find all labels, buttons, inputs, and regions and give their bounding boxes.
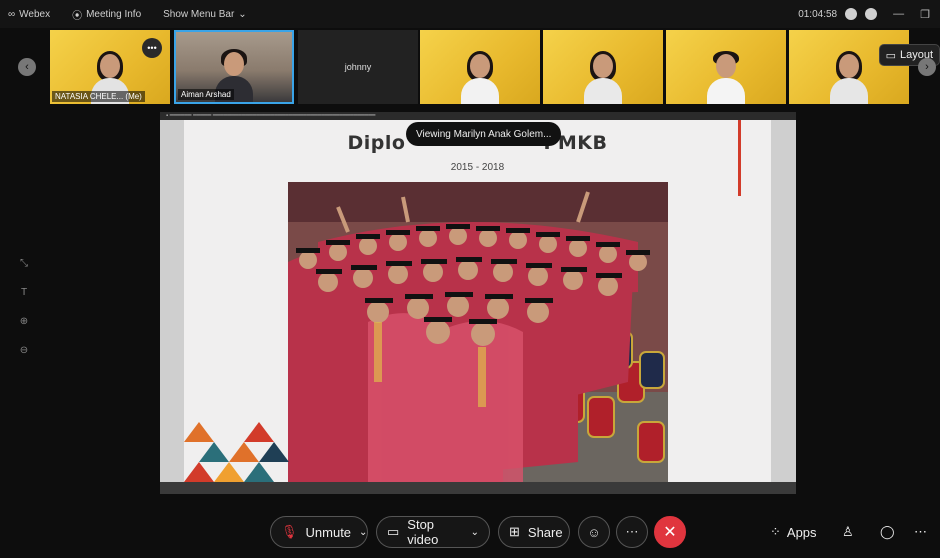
meeting-timer: 01:04:58 xyxy=(798,8,838,20)
reactions-button[interactable]: ☺ xyxy=(578,516,610,548)
unmute-button[interactable]: 🎙︎ Unmute ⌄ xyxy=(270,516,368,548)
graduation-group-image xyxy=(288,182,668,482)
meeting-controls: 🎙︎ Unmute ⌄ ▭ Stop video ⌄ ⊞ Share ☺ ⋯ ✕… xyxy=(0,506,940,558)
participant-video xyxy=(461,51,499,104)
title-bar: ∞ Webex ⦿ Meeting Info Show Menu Bar ⌄ 0… xyxy=(0,0,940,28)
participant-tile-2[interactable]: Aiman Arshad xyxy=(174,30,294,104)
participant-tile-1[interactable]: ••• NATASIA CHELE... (Me) xyxy=(50,30,170,104)
chat-button[interactable]: ◯ xyxy=(880,516,895,548)
show-menu-bar-button[interactable]: Show Menu Bar ⌄ xyxy=(163,9,247,20)
share-button[interactable]: ⊞ Share xyxy=(498,516,570,548)
profile-icon[interactable] xyxy=(865,8,878,20)
shared-window-titlebar: ▪ ━━━━━━ ━━━━━ ━━━━━━━━━━━━━━━━━━━━━━━━━… xyxy=(160,112,796,120)
app-name: Webex xyxy=(19,8,51,20)
participant-video xyxy=(830,51,868,104)
participant-strip: ‹ ••• NATASIA CHELE... (Me) Aiman Arshad… xyxy=(0,28,940,108)
participant-video xyxy=(707,51,745,104)
participant-name: johnny xyxy=(344,62,372,72)
webex-icon: ∞ xyxy=(8,8,16,20)
camera-icon: ▭ xyxy=(387,524,400,539)
more-options-button[interactable]: ⋯ xyxy=(616,516,648,548)
annotation-toolbar: ⤡ T ⊕ ⊖ xyxy=(14,258,34,356)
participant-tile-4[interactable] xyxy=(420,30,540,104)
participant-video xyxy=(584,51,622,104)
more-icon: ⋯ xyxy=(914,524,927,539)
unmute-label: Unmute xyxy=(305,524,352,540)
zoom-out-icon[interactable]: ⊖ xyxy=(20,345,28,356)
status-icon[interactable] xyxy=(845,8,858,20)
restore-icon[interactable]: ❐ xyxy=(920,8,930,21)
meeting-info-button[interactable]: ⦿ Meeting Info xyxy=(72,7,141,22)
apps-icon: ⁘ xyxy=(770,524,781,539)
chevron-down-icon[interactable]: ⌄ xyxy=(471,527,479,538)
microphone-muted-icon: 🎙︎ xyxy=(281,524,298,539)
webex-logo: ∞ Webex xyxy=(8,9,50,20)
meeting-info-label: Meeting Info xyxy=(86,8,142,20)
graduation-photo xyxy=(288,182,668,482)
chevron-down-icon: ⌄ xyxy=(238,8,247,20)
shared-window-statusbar xyxy=(160,482,796,494)
leave-meeting-button[interactable]: ✕ xyxy=(654,516,686,548)
shared-content-window: ▪ ━━━━━━ ━━━━━ ━━━━━━━━━━━━━━━━━━━━━━━━━… xyxy=(160,112,796,494)
more-icon: ⋯ xyxy=(625,524,639,539)
share-label: Share xyxy=(527,524,563,540)
smiley-icon: ☺ xyxy=(587,524,601,540)
more-options-icon[interactable]: ••• xyxy=(142,38,162,58)
slide-subtitle: 2015 - 2018 xyxy=(450,162,505,173)
share-icon: ⊞ xyxy=(509,524,520,539)
more-panels-button[interactable]: ⋯ xyxy=(914,516,927,548)
layout-icon: ▭ xyxy=(885,49,896,62)
chevron-down-icon[interactable]: ⌄ xyxy=(359,527,367,538)
text-icon[interactable]: T xyxy=(21,287,27,298)
participant-name: Aiman Arshad xyxy=(178,89,234,100)
apps-button[interactable]: ⁘ Apps xyxy=(770,516,817,548)
chat-icon: ◯ xyxy=(880,524,895,539)
participant-tile-7[interactable] xyxy=(789,30,909,104)
participant-tile-6[interactable] xyxy=(666,30,786,104)
participant-name: NATASIA CHELE... (Me) xyxy=(52,91,145,102)
presentation-slide: Diplo PMKB 2015 - 2018 xyxy=(184,120,771,482)
pointer-icon[interactable]: ⤡ xyxy=(20,258,28,269)
minimize-icon[interactable]: — xyxy=(893,8,904,20)
slide-decoration xyxy=(184,422,289,482)
show-menu-bar-label: Show Menu Bar xyxy=(163,8,235,20)
info-icon: ⦿ xyxy=(72,10,83,22)
participant-tile-3[interactable]: johnny xyxy=(298,30,418,104)
viewing-tooltip: Viewing Marilyn Anak Golem... xyxy=(406,122,562,146)
apps-label: Apps xyxy=(786,524,817,540)
scroll-right-icon[interactable]: › xyxy=(918,58,936,76)
participants-icon: ♙ xyxy=(842,524,854,539)
zoom-in-icon[interactable]: ⊕ xyxy=(20,316,28,327)
close-icon: ✕ xyxy=(663,524,677,541)
participant-tile-5[interactable] xyxy=(543,30,663,104)
stop-video-button[interactable]: ▭ Stop video ⌄ xyxy=(376,516,490,548)
scroll-left-icon[interactable]: ‹ xyxy=(18,58,36,76)
stop-video-label: Stop video xyxy=(407,517,439,547)
participants-button[interactable]: ♙ xyxy=(842,516,854,548)
slide-accent-line xyxy=(738,120,741,196)
